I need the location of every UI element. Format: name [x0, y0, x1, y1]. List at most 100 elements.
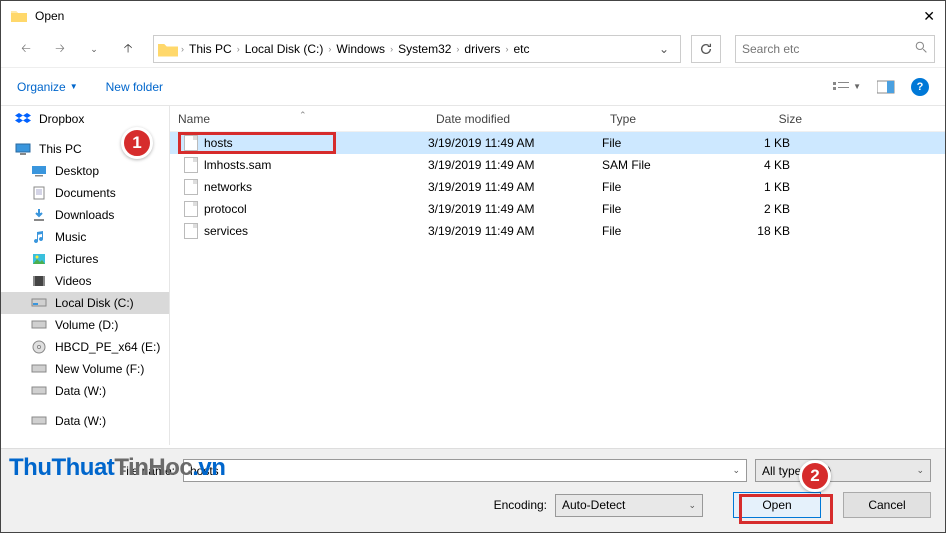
sidebar-item-downloads[interactable]: Downloads — [1, 204, 169, 226]
breadcrumb-item[interactable]: drivers — [460, 42, 504, 56]
file-date: 3/19/2019 11:49 AM — [428, 202, 602, 216]
breadcrumb-item[interactable]: System32 — [394, 42, 455, 56]
file-icon — [184, 157, 198, 173]
file-type-filter[interactable]: All types (*.*) ⌄ — [755, 459, 931, 482]
up-button[interactable]: 🡡 — [113, 35, 143, 63]
sidebar-item-volume-d[interactable]: Volume (D:) — [1, 314, 169, 336]
file-type: File — [602, 136, 710, 150]
sidebar-item-label: Data (W:) — [55, 384, 106, 398]
view-mode-button[interactable]: ▼ — [833, 80, 861, 94]
file-type: File — [602, 224, 710, 238]
annotation-badge-2: 2 — [799, 460, 831, 492]
sidebar-item-local-disk-c[interactable]: Local Disk (C:) — [1, 292, 169, 314]
refresh-icon — [699, 42, 713, 56]
search-box[interactable] — [735, 35, 935, 63]
thispc-icon — [15, 142, 31, 156]
file-date: 3/19/2019 11:49 AM — [428, 136, 602, 150]
sidebar-item-dropbox[interactable]: Dropbox — [1, 108, 169, 130]
chevron-down-icon: ⌄ — [916, 465, 924, 476]
cancel-button[interactable]: Cancel — [843, 492, 931, 518]
forward-button[interactable]: 🡢 — [45, 35, 75, 63]
navbar: 🡠 🡢 ⌄ 🡡 › This PC› Local Disk (C:)› Wind… — [1, 31, 945, 67]
file-date: 3/19/2019 11:49 AM — [428, 158, 602, 172]
file-icon — [184, 223, 198, 239]
col-header-size[interactable]: Size — [710, 112, 810, 126]
encoding-label: Encoding: — [494, 498, 547, 512]
chevron-down-icon[interactable]: ⌄ — [732, 465, 740, 476]
file-size: 18 KB — [710, 224, 810, 238]
file-row[interactable]: services 3/19/2019 11:49 AM File 18 KB — [170, 220, 945, 242]
view-list-icon — [833, 80, 851, 94]
folder-icon — [11, 9, 27, 23]
col-header-name[interactable]: Name⌃ — [170, 112, 428, 126]
file-size: 1 KB — [710, 180, 810, 194]
annotation-badge-1: 1 — [121, 127, 153, 159]
music-icon — [31, 230, 47, 244]
close-button[interactable]: ✕ — [895, 8, 935, 25]
file-name: networks — [204, 180, 252, 194]
file-type: File — [602, 202, 710, 216]
sidebar-item-documents[interactable]: Documents — [1, 182, 169, 204]
col-header-type[interactable]: Type — [602, 112, 710, 126]
sidebar-item-videos[interactable]: Videos — [1, 270, 169, 292]
col-header-date[interactable]: Date modified — [428, 112, 602, 126]
sidebar-item-desktop[interactable]: Desktop — [1, 160, 169, 182]
file-size: 4 KB — [710, 158, 810, 172]
sidebar-item-data-w-2[interactable]: Data (W:) — [1, 410, 169, 432]
drive-icon — [31, 384, 47, 398]
address-dropdown[interactable]: ⌄ — [652, 42, 676, 56]
file-size: 2 KB — [710, 202, 810, 216]
help-button[interactable]: ? — [911, 78, 929, 96]
file-icon — [184, 135, 198, 151]
cd-icon — [31, 340, 47, 354]
file-size: 1 KB — [710, 136, 810, 150]
file-icon — [184, 179, 198, 195]
sidebar-item-pictures[interactable]: Pictures — [1, 248, 169, 270]
address-bar[interactable]: › This PC› Local Disk (C:)› Windows› Sys… — [153, 35, 681, 63]
filename-input[interactable]: hosts ⌄ — [183, 459, 747, 482]
new-folder-button[interactable]: New folder — [106, 80, 163, 94]
sidebar-item-label: New Volume (F:) — [55, 362, 144, 376]
file-type: File — [602, 180, 710, 194]
file-row[interactable]: networks 3/19/2019 11:49 AM File 1 KB — [170, 176, 945, 198]
sidebar-item-hbcd-e[interactable]: HBCD_PE_x64 (E:) — [1, 336, 169, 358]
pictures-icon — [31, 252, 47, 266]
breadcrumb-item[interactable]: Windows — [332, 42, 389, 56]
drive-icon — [31, 414, 47, 428]
sidebar-item-label: Documents — [55, 186, 116, 200]
sidebar-item-music[interactable]: Music — [1, 226, 169, 248]
back-button[interactable]: 🡠 — [11, 35, 41, 63]
desktop-icon — [31, 164, 47, 178]
sidebar-item-label: This PC — [39, 142, 82, 156]
sidebar-item-label: Volume (D:) — [55, 318, 118, 332]
watermark: ThuThuatTinHoc.vn — [9, 454, 225, 482]
dropbox-icon — [15, 112, 31, 126]
sidebar-item-label: Downloads — [55, 208, 114, 222]
toolbar: Organize ▼ New folder ▼ ? — [1, 67, 945, 105]
videos-icon — [31, 274, 47, 288]
search-input[interactable] — [742, 42, 915, 56]
titlebar: Open ✕ — [1, 1, 945, 31]
column-headers: Name⌃ Date modified Type Size — [170, 106, 945, 132]
open-button[interactable]: Open — [733, 492, 821, 518]
file-row[interactable]: hosts 3/19/2019 11:49 AM File 1 KB — [170, 132, 945, 154]
organize-menu[interactable]: Organize ▼ — [17, 80, 78, 94]
sidebar-item-data-w[interactable]: Data (W:) — [1, 380, 169, 402]
file-name: lmhosts.sam — [204, 158, 271, 172]
sidebar-item-label: Data (W:) — [55, 414, 106, 428]
sidebar-item-new-volume-f[interactable]: New Volume (F:) — [1, 358, 169, 380]
breadcrumb-item[interactable]: This PC — [185, 42, 236, 56]
refresh-button[interactable] — [691, 35, 721, 63]
preview-pane-button[interactable] — [877, 80, 895, 94]
sidebar-item-label: Videos — [55, 274, 91, 288]
encoding-select[interactable]: Auto-Detect ⌄ — [555, 494, 703, 517]
file-row[interactable]: lmhosts.sam 3/19/2019 11:49 AM SAM File … — [170, 154, 945, 176]
breadcrumb-item[interactable]: etc — [509, 42, 533, 56]
breadcrumb-item[interactable]: Local Disk (C:) — [241, 42, 328, 56]
drive-icon — [31, 362, 47, 376]
file-name: protocol — [204, 202, 247, 216]
recent-dropdown[interactable]: ⌄ — [79, 35, 109, 63]
file-row[interactable]: protocol 3/19/2019 11:49 AM File 2 KB — [170, 198, 945, 220]
file-date: 3/19/2019 11:49 AM — [428, 224, 602, 238]
encoding-value: Auto-Detect — [562, 498, 625, 512]
